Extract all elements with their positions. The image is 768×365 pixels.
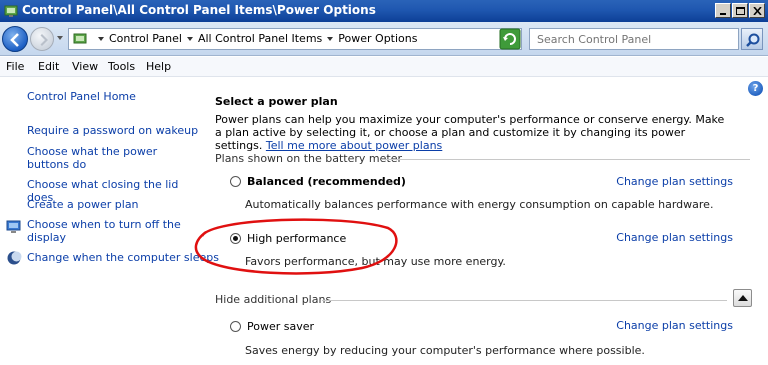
control-panel-icon [3,3,19,19]
breadcrumb-arrow[interactable] [186,36,193,41]
page-heading: Select a power plan [215,95,338,108]
change-plan-settings-power-saver[interactable]: Change plan settings [616,319,733,332]
menu-file[interactable]: File [6,60,24,73]
search-icon [746,33,760,47]
plan-desc-high-performance: Favors performance, but may use more ene… [245,255,506,268]
sidebar-link-create-plan[interactable]: Create a power plan [27,198,202,211]
menu-view[interactable]: View [72,60,98,73]
collapse-plans-button[interactable] [733,289,752,307]
help-icon[interactable]: ? [748,81,763,96]
search-input[interactable] [530,29,738,49]
plan-desc-balanced: Automatically balances performance with … [245,198,714,211]
breadcrumb-power-options[interactable]: Power Options [338,32,417,45]
moon-icon [6,250,22,266]
radio-balanced[interactable] [230,176,241,187]
battery-meter-section-label: Plans shown on the battery meter [215,152,403,165]
window-title: Control Panel\All Control Panel Items\Po… [22,3,376,17]
address-toolbar: Control Panel All Control Panel Items Po… [0,22,768,56]
sidebar-link-require-password[interactable]: Require a password on wakeup [27,124,202,137]
menu-help[interactable]: Help [146,60,171,73]
hide-plans-section-label: Hide additional plans [215,293,332,306]
menu-tools[interactable]: Tools [108,60,135,73]
maximize-button[interactable] [732,3,748,18]
page-description: Power plans can help you maximize your c… [215,113,730,152]
sidebar-link-turn-off-display[interactable]: Choose when to turn off the display [27,218,187,244]
menu-edit[interactable]: Edit [38,60,59,73]
title-bar: Control Panel\All Control Panel Items\Po… [0,0,768,22]
plan-name-power-saver[interactable]: Power saver [247,320,314,333]
sidebar-link-computer-sleeps[interactable]: Change when the computer sleeps [27,251,219,264]
breadcrumb-control-panel[interactable]: Control Panel [109,32,182,45]
breadcrumb-all-items[interactable]: All Control Panel Items [198,32,322,45]
control-panel-icon [72,31,88,47]
sidebar-link-power-buttons[interactable]: Choose what the power buttons do [27,145,187,171]
close-button[interactable] [749,3,765,18]
back-button[interactable] [2,26,28,52]
forward-button[interactable] [30,27,54,51]
breadcrumb-root-arrow[interactable] [98,36,104,41]
minimize-button[interactable] [715,3,731,18]
section-divider [322,300,727,301]
change-plan-settings-balanced[interactable]: Change plan settings [616,175,733,188]
plan-name-balanced[interactable]: Balanced (recommended) [247,175,406,188]
breadcrumb-arrow[interactable] [327,36,334,41]
plan-desc-power-saver: Saves energy by reducing your computer's… [245,344,645,357]
task-pane: Control Panel Home Require a password on… [0,78,219,365]
plan-name-high-performance[interactable]: High performance [247,232,346,245]
tell-me-more-link[interactable]: Tell me more about power plans [266,139,442,152]
radio-power-saver[interactable] [230,321,241,332]
search-box[interactable] [529,28,739,50]
address-box[interactable]: Control Panel All Control Panel Items Po… [68,28,522,50]
control-panel-home-link[interactable]: Control Panel Home [27,90,136,103]
section-divider [381,159,750,160]
refresh-icon[interactable] [499,28,521,50]
recent-pages-dropdown[interactable] [57,36,63,40]
menu-bar: File Edit View Tools Help [0,57,768,77]
search-button[interactable] [741,28,763,50]
radio-high-performance[interactable] [230,233,241,244]
main-content: ? Select a power plan Power plans can he… [205,78,768,365]
monitor-icon [6,219,22,235]
change-plan-settings-high-performance[interactable]: Change plan settings [616,231,733,244]
